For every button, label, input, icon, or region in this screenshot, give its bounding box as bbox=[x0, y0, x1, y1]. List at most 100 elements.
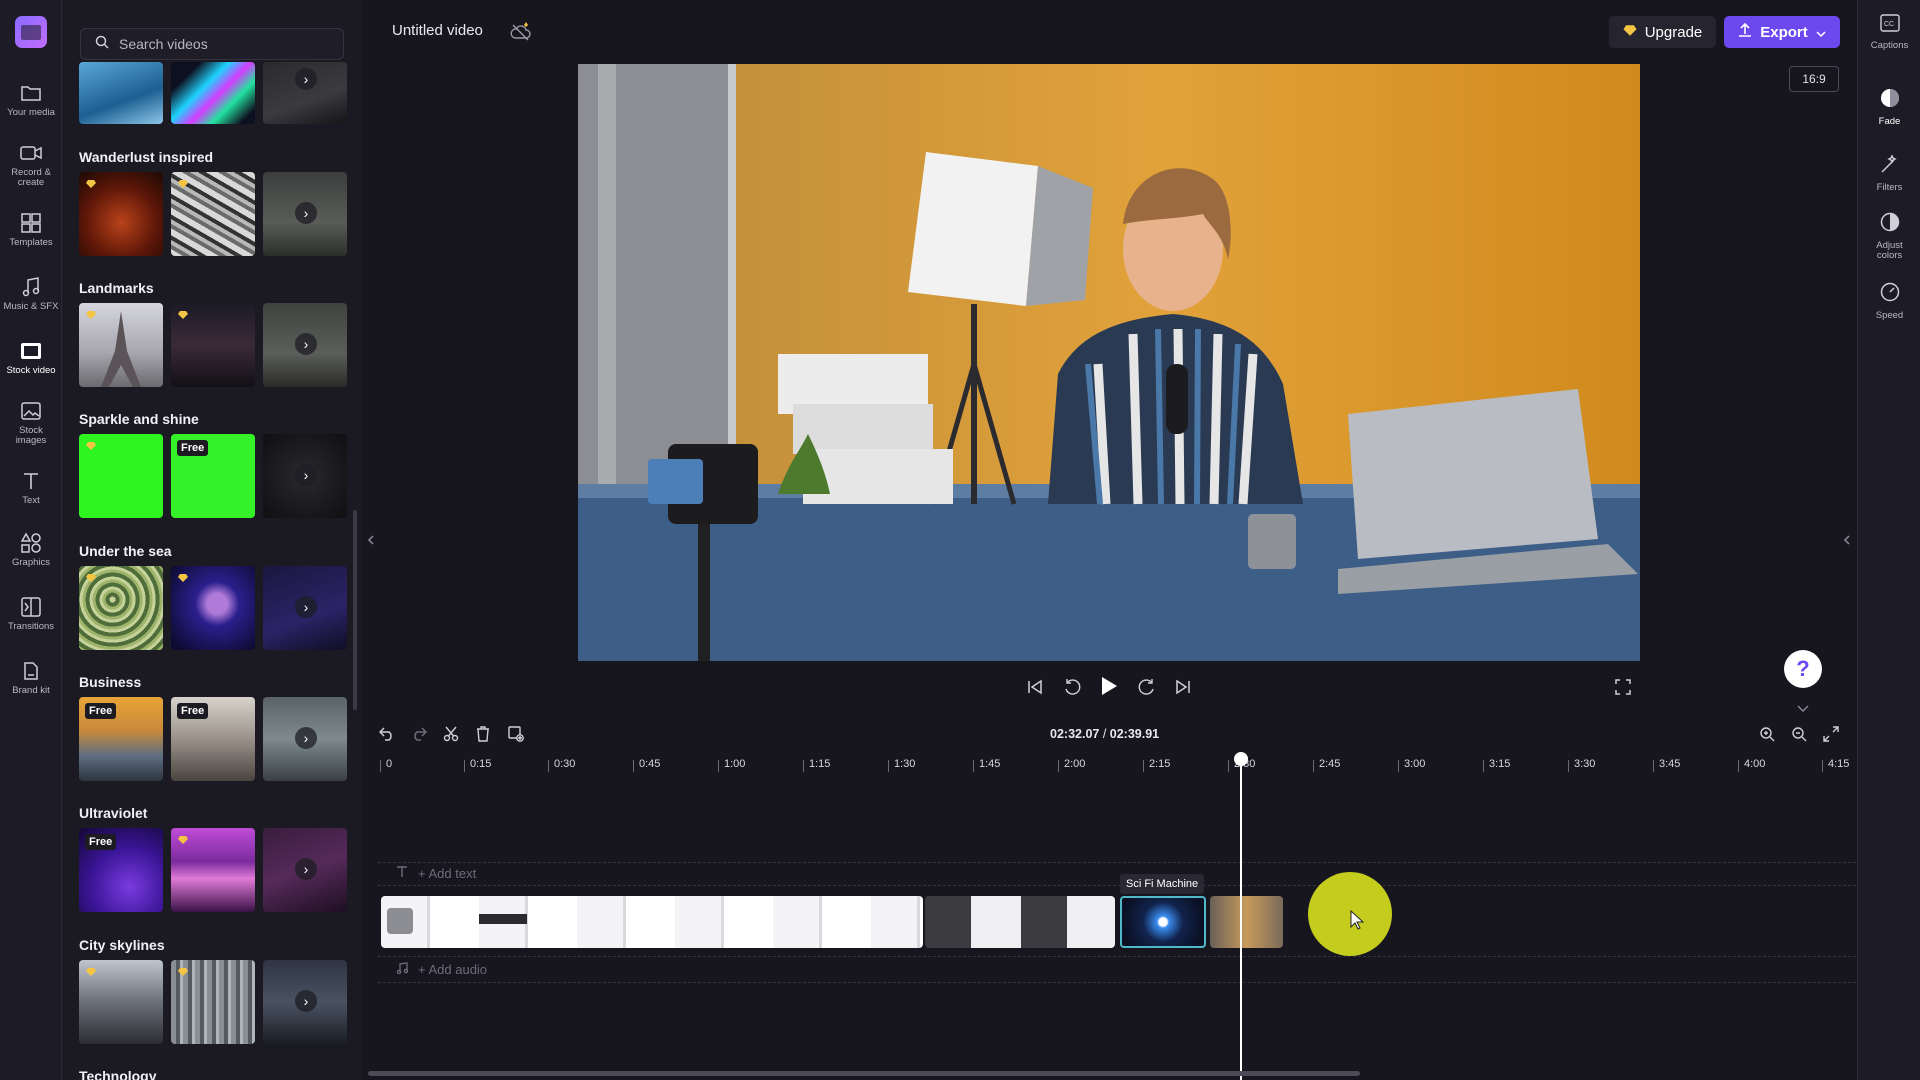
video-clip-dark-slides[interactable] bbox=[925, 896, 1115, 948]
panel-scrollbar[interactable] bbox=[353, 510, 357, 710]
ruler-tick: 2:45 bbox=[1312, 758, 1341, 772]
video-thumbnail[interactable] bbox=[171, 303, 255, 387]
timeline-horizontal-scrollbar[interactable] bbox=[368, 1071, 1360, 1076]
see-more-tile[interactable]: › bbox=[263, 697, 347, 781]
see-more-tile[interactable]: › bbox=[263, 172, 347, 256]
video-clip-sci-fi-machine[interactable] bbox=[1120, 896, 1206, 948]
collapse-left-panel-button[interactable] bbox=[364, 520, 378, 560]
rail-item-stock-images[interactable]: Stock images bbox=[0, 392, 62, 450]
rail-item-speed[interactable]: Speed bbox=[1858, 282, 1920, 338]
see-more-tile[interactable]: › bbox=[263, 434, 347, 518]
see-more-tile[interactable]: › bbox=[263, 303, 347, 387]
premium-gem-icon bbox=[178, 180, 188, 188]
rail-label: Record & create bbox=[11, 167, 51, 188]
export-button[interactable]: Export bbox=[1724, 16, 1840, 48]
zoom-in-button[interactable] bbox=[1757, 724, 1777, 744]
ruler-tick: 4:15 bbox=[1821, 758, 1850, 772]
chevron-down-icon[interactable] bbox=[1797, 700, 1809, 718]
timecode: 02:32.07 / 02:39.91 bbox=[1050, 727, 1159, 741]
ruler-tick: 1:15 bbox=[802, 758, 831, 772]
rail-item-text[interactable]: Text bbox=[0, 462, 62, 520]
video-thumbnail[interactable]: Free bbox=[171, 434, 255, 518]
text-icon bbox=[20, 470, 42, 492]
rail-item-stock-video[interactable]: Stock video bbox=[0, 332, 62, 390]
rail-item-adjust-colors[interactable]: Adjust colors bbox=[1858, 212, 1920, 268]
undo-button[interactable] bbox=[377, 724, 397, 744]
search-box[interactable] bbox=[80, 28, 344, 60]
rail-item-brand-kit[interactable]: Brand kit bbox=[0, 652, 62, 710]
rail-item-filters[interactable]: Filters bbox=[1858, 154, 1920, 210]
rail-label: Fade bbox=[1878, 116, 1901, 127]
split-scissors-button[interactable] bbox=[441, 724, 461, 744]
rail-item-music-sfx[interactable]: Music & SFX bbox=[0, 268, 62, 326]
video-thumbnail[interactable]: Free bbox=[171, 697, 255, 781]
video-thumbnail[interactable] bbox=[171, 566, 255, 650]
video-thumbnail[interactable] bbox=[79, 172, 163, 256]
video-thumbnail[interactable] bbox=[171, 62, 255, 124]
see-more-tile[interactable]: › bbox=[263, 960, 347, 1044]
audio-track-border bbox=[378, 982, 1856, 983]
ruler-tick: 0:45 bbox=[632, 758, 661, 772]
see-more-tile[interactable]: › bbox=[263, 566, 347, 650]
video-preview[interactable] bbox=[578, 64, 1640, 661]
rail-item-transitions[interactable]: Transitions bbox=[0, 588, 62, 646]
help-button[interactable]: ? bbox=[1784, 650, 1822, 688]
section-title: Wanderlust inspired bbox=[79, 149, 214, 165]
ruler-tick: 0:30 bbox=[547, 758, 576, 772]
see-more-tile[interactable]: › bbox=[263, 62, 347, 124]
video-thumbnail[interactable] bbox=[171, 828, 255, 912]
play-button[interactable] bbox=[1098, 675, 1120, 697]
playhead[interactable] bbox=[1240, 760, 1242, 1080]
video-thumbnail[interactable] bbox=[79, 960, 163, 1044]
chevron-right-icon: › bbox=[295, 333, 317, 355]
add-text-track[interactable]: + Add text bbox=[396, 866, 476, 881]
ruler-tick: 0 bbox=[379, 758, 393, 772]
redo-button[interactable] bbox=[409, 724, 429, 744]
see-more-tile[interactable]: › bbox=[263, 828, 347, 912]
video-thumbnail[interactable] bbox=[79, 303, 163, 387]
video-clip-vlogger[interactable] bbox=[1210, 896, 1283, 948]
rail-item-your-media[interactable]: Your media bbox=[0, 74, 62, 132]
fullscreen-button[interactable] bbox=[1612, 676, 1634, 698]
video-thumbnail[interactable]: Free bbox=[79, 828, 163, 912]
delete-button[interactable] bbox=[473, 724, 493, 744]
skip-to-end-button[interactable] bbox=[1172, 676, 1194, 698]
shapes-icon bbox=[20, 532, 42, 554]
collapse-right-panel-button[interactable] bbox=[1840, 520, 1854, 560]
zoom-out-button[interactable] bbox=[1789, 724, 1809, 744]
cloud-offline-icon[interactable] bbox=[510, 22, 531, 41]
playhead-handle[interactable] bbox=[1234, 752, 1248, 766]
video-thumbnail[interactable] bbox=[79, 62, 163, 124]
rail-item-graphics[interactable]: Graphics bbox=[0, 524, 62, 582]
video-thumbnail[interactable] bbox=[171, 172, 255, 256]
video-clip-slides[interactable] bbox=[381, 896, 923, 948]
rail-label: Stock video bbox=[6, 365, 56, 376]
forward-5s-button[interactable] bbox=[1136, 676, 1158, 698]
chevron-right-icon: › bbox=[295, 202, 317, 224]
chevron-right-icon: › bbox=[295, 68, 317, 90]
upgrade-button[interactable]: Upgrade bbox=[1609, 16, 1716, 48]
skip-to-start-button[interactable] bbox=[1024, 676, 1046, 698]
video-thumbnail[interactable]: Free bbox=[79, 697, 163, 781]
fit-timeline-button[interactable] bbox=[1821, 724, 1841, 744]
video-thumbnail[interactable] bbox=[79, 566, 163, 650]
video-thumbnail[interactable] bbox=[79, 434, 163, 518]
rail-item-captions[interactable]: CC Captions bbox=[1858, 14, 1920, 70]
project-title[interactable]: Untitled video bbox=[392, 22, 483, 39]
add-audio-track[interactable]: + Add audio bbox=[396, 962, 487, 977]
aspect-ratio-button[interactable]: 16:9 bbox=[1789, 66, 1839, 92]
add-to-media-button[interactable] bbox=[506, 724, 526, 744]
rail-item-fade[interactable]: Fade bbox=[1858, 88, 1920, 144]
rail-label: Text bbox=[22, 495, 40, 506]
app-logo[interactable] bbox=[15, 16, 47, 48]
search-input[interactable] bbox=[119, 36, 329, 52]
rail-label: Transitions bbox=[7, 621, 55, 632]
timeline-ruler[interactable]: 0 0:15 0:30 0:45 1:00 1:15 1:30 1:45 2:0… bbox=[378, 758, 1856, 778]
section-title: City skylines bbox=[79, 937, 165, 953]
rewind-5s-button[interactable] bbox=[1061, 676, 1083, 698]
rail-item-record-create[interactable]: Record & create bbox=[0, 134, 62, 192]
rail-item-templates[interactable]: Templates bbox=[0, 204, 62, 262]
video-thumbnail[interactable] bbox=[171, 960, 255, 1044]
folder-icon bbox=[20, 82, 42, 104]
rail-label: Speed bbox=[1875, 310, 1904, 321]
